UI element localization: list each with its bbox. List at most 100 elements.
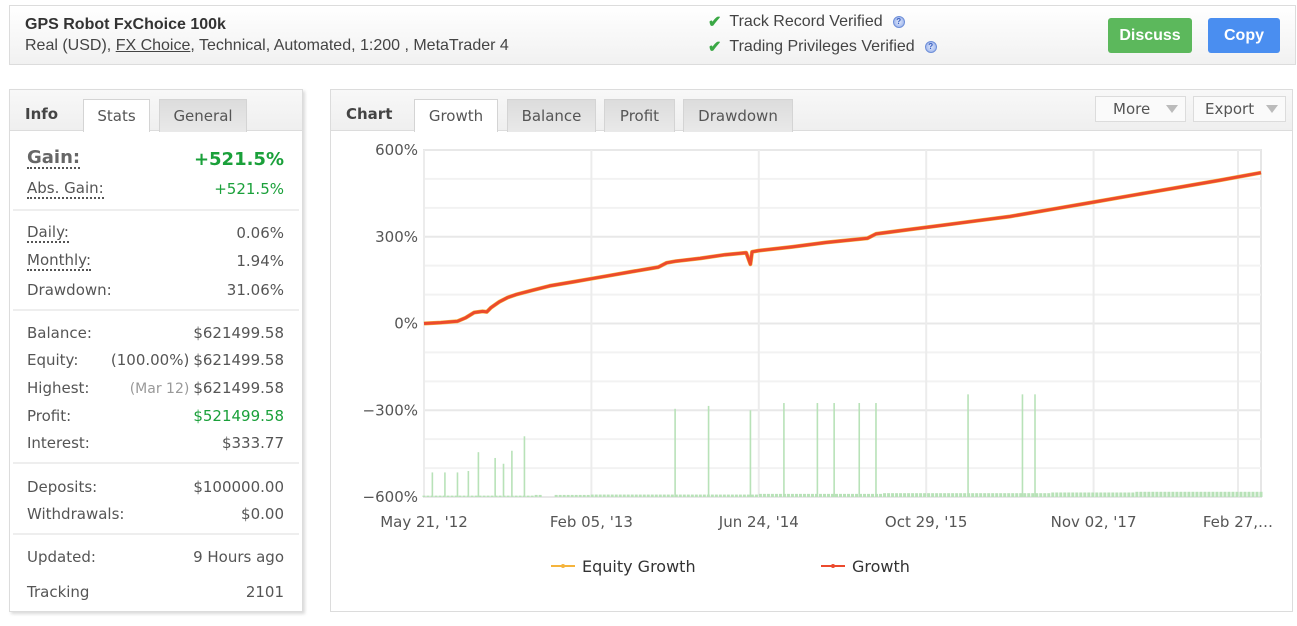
trade-bar-spike (523, 436, 526, 497)
tab-balance[interactable]: Balance (507, 99, 596, 132)
help-icon[interactable]: ? (924, 41, 937, 53)
trade-bar (1031, 493, 1035, 497)
series (423, 170, 1262, 326)
trade-bar (1147, 491, 1151, 497)
broker-link[interactable]: FX Choice (116, 37, 191, 54)
trade-bar (1239, 491, 1243, 497)
trade-bar (590, 494, 594, 497)
trade-bar (963, 493, 967, 497)
legend-label: Equity Growth (582, 557, 696, 576)
chart-panel: Chart Growth Balance Profit Drawdown Mor… (330, 89, 1293, 612)
highest-label: Highest: (27, 379, 90, 397)
trade-bar (534, 494, 538, 497)
tab-stats[interactable]: Stats (83, 99, 150, 132)
equity-percent: (100.00%) (110, 351, 190, 369)
abs-gain-label[interactable]: Abs. Gain: (27, 179, 104, 199)
trade-bar (1211, 491, 1215, 497)
trade-bar (654, 494, 658, 497)
discuss-button[interactable]: Discuss (1108, 18, 1192, 53)
trade-bar (1003, 493, 1007, 497)
trade-bar (450, 495, 454, 497)
trade-bar (1247, 491, 1251, 497)
trade-bar-spike (674, 408, 676, 497)
withdrawals-value: $0.00 (241, 505, 284, 523)
trade-bar (730, 494, 734, 497)
more-label: More (1113, 100, 1151, 118)
trade-bar (666, 494, 670, 497)
trade-bar (895, 493, 899, 497)
x-tick-label: Nov 02, '17 (1051, 513, 1137, 531)
trade-bar-spike (707, 405, 710, 497)
y-tick-label: 300% (375, 228, 418, 246)
trade-bar (851, 493, 855, 497)
legend-label: Growth (852, 557, 910, 576)
copy-button[interactable]: Copy (1208, 18, 1280, 53)
trade-bar (738, 494, 742, 497)
trade-bar (694, 494, 698, 497)
legend[interactable]: Equity Growth Growth (551, 557, 910, 576)
trade-bar (1243, 491, 1247, 497)
monthly-row: Monthly: 1.94% (27, 250, 284, 272)
trade-bar (734, 494, 738, 497)
trade-bar (698, 494, 702, 497)
trade-bar (919, 493, 923, 497)
trade-bar (1191, 491, 1195, 497)
trade-bar-spike (511, 450, 513, 497)
trade-bar (1187, 491, 1191, 497)
trade-bar (690, 494, 694, 497)
trade-bar-spike (816, 403, 819, 497)
trade-bar (1119, 492, 1123, 497)
tab-general[interactable]: General (159, 99, 247, 132)
trade-bar (606, 494, 610, 497)
trade-bar (971, 493, 975, 497)
gain-label[interactable]: Gain: (27, 149, 81, 169)
trade-bar-spike (477, 452, 480, 497)
trade-bar (1055, 492, 1059, 497)
trade-bar (818, 493, 822, 497)
export-dropdown[interactable]: Export (1193, 96, 1286, 122)
trade-bar-spike (456, 472, 459, 497)
trade-bar (1167, 491, 1171, 497)
x-tick-label: Feb 05, '13 (550, 513, 633, 531)
trade-bar (891, 493, 895, 497)
trade-bar (887, 493, 891, 497)
help-icon[interactable]: ? (892, 16, 905, 28)
trade-bar (1179, 491, 1183, 497)
track-record-verified: ✔ Track Record Verified ? (708, 12, 905, 32)
updated-value: 9 Hours ago (193, 548, 284, 566)
trade-bar (566, 494, 570, 497)
trade-bar (750, 494, 754, 497)
trade-bar (1123, 492, 1127, 497)
chart-title: Chart (346, 105, 393, 123)
balance-value: $621499.58 (193, 324, 284, 342)
x-axis: May 21, '12 Feb 05, '13 Jun 24, '14 Oct 29,… (380, 513, 1273, 531)
tab-growth[interactable]: Growth (414, 99, 498, 132)
tab-profit[interactable]: Profit (604, 99, 675, 132)
trade-bar (1075, 492, 1079, 497)
trade-bar (638, 494, 642, 497)
trade-bar (939, 493, 943, 497)
trade-bar (947, 493, 951, 497)
trade-bar (855, 493, 859, 497)
withdrawals-label: Withdrawals: (27, 505, 125, 523)
trade-bar (1059, 492, 1063, 497)
trade-bar (670, 494, 674, 497)
daily-label[interactable]: Daily: (27, 223, 69, 243)
trade-bar (838, 493, 842, 497)
trade-bar (470, 495, 474, 497)
x-tick-label: Feb 27,… (1203, 513, 1273, 531)
trade-bar (526, 495, 530, 497)
monthly-label[interactable]: Monthly: (27, 251, 92, 271)
trade-bar (758, 493, 762, 497)
more-dropdown[interactable]: More (1095, 96, 1186, 122)
trade-bar (446, 495, 450, 497)
legend-swatch-marker (561, 564, 565, 568)
trade-bar-spike (467, 470, 470, 497)
equity-value: $621499.58 (193, 351, 284, 369)
trade-bar (658, 494, 662, 497)
trade-bar (790, 493, 794, 497)
updated-row: Updated: 9 Hours ago (27, 546, 284, 568)
gain-value: +521.5% (193, 148, 284, 170)
tab-drawdown[interactable]: Drawdown (683, 99, 793, 132)
deposits-row: Deposits: $100000.00 (27, 476, 284, 498)
